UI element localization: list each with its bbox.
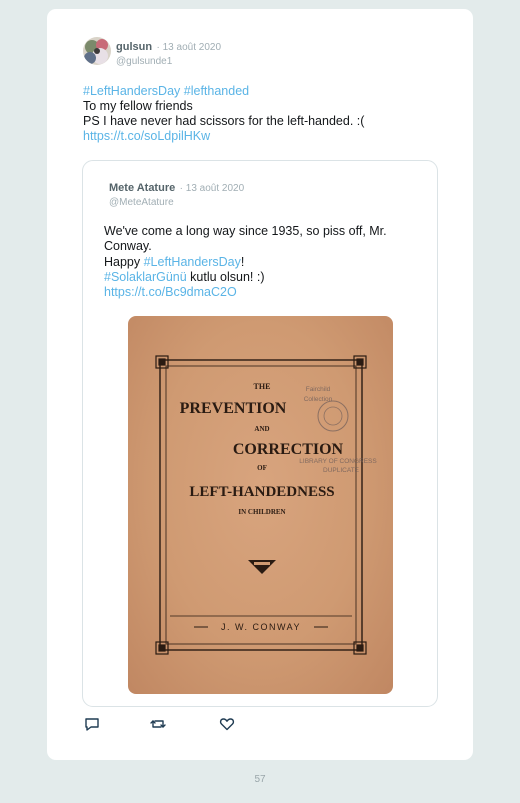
tweet-line: To my fellow friends	[83, 99, 193, 113]
book-cover-image[interactable]: Fairchild Collection LIBRARY OF CONGRESS…	[128, 316, 393, 694]
book-title-lefthandedness: LEFT-HANDEDNESS	[189, 484, 334, 500]
quoted-author-name[interactable]: Mete Atature	[109, 182, 175, 194]
stamp-text: LIBRARY OF CONGRESS	[299, 458, 377, 465]
quoted-text-happy: Happy	[104, 254, 144, 269]
quoted-line: We've come a long way since 1935, so pis…	[104, 224, 387, 238]
tweet-date[interactable]: · 13 août 2020	[157, 42, 222, 53]
book-title-of: OF	[257, 464, 267, 472]
quoted-text: We've come a long way since 1935, so pis…	[104, 224, 422, 300]
hashtag-link[interactable]: #LeftHandersDay	[83, 84, 180, 98]
book-title-prevention: PREVENTION	[180, 400, 287, 417]
heart-icon[interactable]	[218, 715, 236, 733]
hashtag-link[interactable]: #lefthanded	[184, 84, 249, 98]
avatar[interactable]	[83, 37, 111, 65]
tweet-author: gulsun · 13 août 2020 @gulsunde1	[116, 39, 221, 68]
author-handle[interactable]: @gulsunde1	[116, 55, 221, 68]
quoted-author: Mete Atature · 13 août 2020 @MeteAtature	[109, 180, 244, 209]
book-cover-drawing: Fairchild Collection LIBRARY OF CONGRESS…	[155, 355, 377, 655]
tweet-text: #LeftHandersDay #lefthanded To my fellow…	[83, 84, 453, 144]
tweet-actions	[83, 715, 243, 735]
hashtag-link[interactable]: #LeftHandersDay	[144, 255, 241, 269]
quoted-tweet[interactable]: Mete Atature · 13 août 2020 @MeteAtature…	[82, 160, 438, 707]
quoted-link[interactable]: https://t.co/Bc9dmaC2O	[104, 285, 422, 300]
book-title-inchildren: IN CHILDREN	[238, 508, 285, 516]
tweet-card: gulsun · 13 août 2020 @gulsunde1 #LeftHa…	[47, 9, 473, 760]
tweet-link[interactable]: https://t.co/soLdpilHKw	[83, 129, 453, 144]
quoted-text-excl: !	[240, 254, 245, 269]
book-title-correction: CORRECTION	[233, 441, 344, 458]
book-author: J. W. CONWAY	[221, 622, 301, 632]
retweet-icon[interactable]	[149, 715, 167, 733]
quoted-handle[interactable]: @MeteAtature	[109, 196, 244, 209]
book-title-and: AND	[254, 425, 269, 433]
stamp-text: DUPLICATE	[323, 467, 360, 474]
hashtag-link[interactable]: #SolaklarGünü	[104, 270, 187, 284]
quoted-date[interactable]: · 13 août 2020	[180, 183, 245, 194]
author-name[interactable]: gulsun	[116, 41, 152, 53]
quoted-text-rest: kutlu olsun! :)	[186, 269, 265, 284]
book-title-the: THE	[254, 382, 271, 391]
reply-icon[interactable]	[83, 715, 101, 733]
page-number: 57	[254, 774, 266, 785]
stamp-text: Fairchild	[306, 386, 331, 393]
tweet-line: PS I have never had scissors for the lef…	[83, 114, 365, 128]
quoted-line: Conway.	[104, 239, 152, 254]
